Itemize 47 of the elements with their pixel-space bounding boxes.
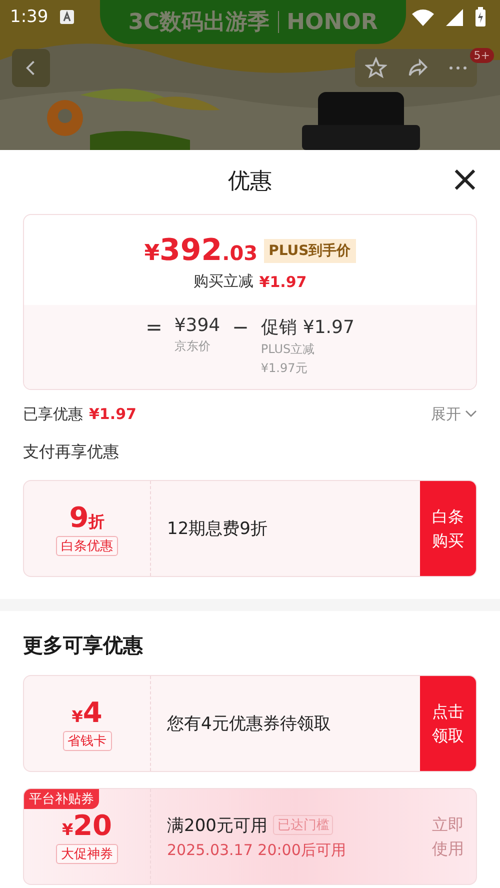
equals-sign: = <box>146 315 162 341</box>
base-price-label: 京东价 <box>174 338 212 355</box>
coupon-description: 12期息费9折 <box>167 518 268 540</box>
coupon-amount: ¥20 <box>62 809 112 842</box>
minus-sign: − <box>232 315 249 341</box>
enjoyed-label: 已享优惠 <box>23 404 83 424</box>
coupon-action-button[interactable]: 立即使用 <box>420 789 476 884</box>
sheet-title: 优惠 <box>228 168 272 196</box>
saving-label: 购买立减 <box>193 272 254 291</box>
coupon-type-tag: 大促神券 <box>56 844 118 864</box>
close-button[interactable]: × <box>450 164 480 196</box>
expand-toggle[interactable]: 展开 <box>431 404 477 424</box>
banner-title: 3C数码出游季 <box>128 9 270 37</box>
brand-name: HONOR <box>286 10 378 34</box>
coupon-description: 您有4元优惠券待领取 <box>167 713 331 735</box>
saving-value: ¥1.97 <box>259 272 307 290</box>
chevron-icon <box>465 410 477 418</box>
signal-icon <box>446 8 463 26</box>
coupon-action-button[interactable]: 白条购买 <box>420 481 476 576</box>
more-button[interactable] <box>449 66 467 70</box>
battery-icon <box>475 7 486 27</box>
star-icon <box>365 57 387 79</box>
promo-label: 促销 <box>260 316 297 339</box>
section-title: 更多可享优惠 <box>23 632 143 658</box>
notification-icon <box>60 10 74 24</box>
back-button[interactable] <box>12 49 50 87</box>
base-price: ¥394 <box>174 315 220 336</box>
final-price: ¥392.03 <box>144 233 258 268</box>
coupon-type-tag: 省钱卡 <box>62 731 112 751</box>
coupon-type-tag: 白条优惠 <box>56 536 118 556</box>
coupon-amount: ¥4 <box>72 696 102 729</box>
promo-value: ¥1.97 <box>302 316 354 338</box>
status-time: 1:39 <box>10 7 48 27</box>
coupon-description: 满200元可用 <box>167 814 268 836</box>
star-button[interactable] <box>365 57 387 79</box>
section-title: 支付再享优惠 <box>23 442 119 462</box>
condition-tag: 已达门槛 <box>273 815 334 835</box>
wifi-icon <box>412 8 434 26</box>
plus-price-tag: PLUS到手价 <box>264 238 356 262</box>
promo-detail-value: ¥1.97元 <box>260 360 308 377</box>
enjoyed-value: ¥1.97 <box>89 405 136 423</box>
promo-detail: PLUS立减 <box>260 341 316 358</box>
coupon-action-button[interactable]: 点击领取 <box>420 676 476 771</box>
coupon-note: 2025.03.17 20:00后可用 <box>167 840 347 860</box>
coupon-corner-tag: 平台补贴券 <box>24 789 99 809</box>
more-icon <box>449 66 467 70</box>
coupon-amount: 9折 <box>69 501 105 534</box>
